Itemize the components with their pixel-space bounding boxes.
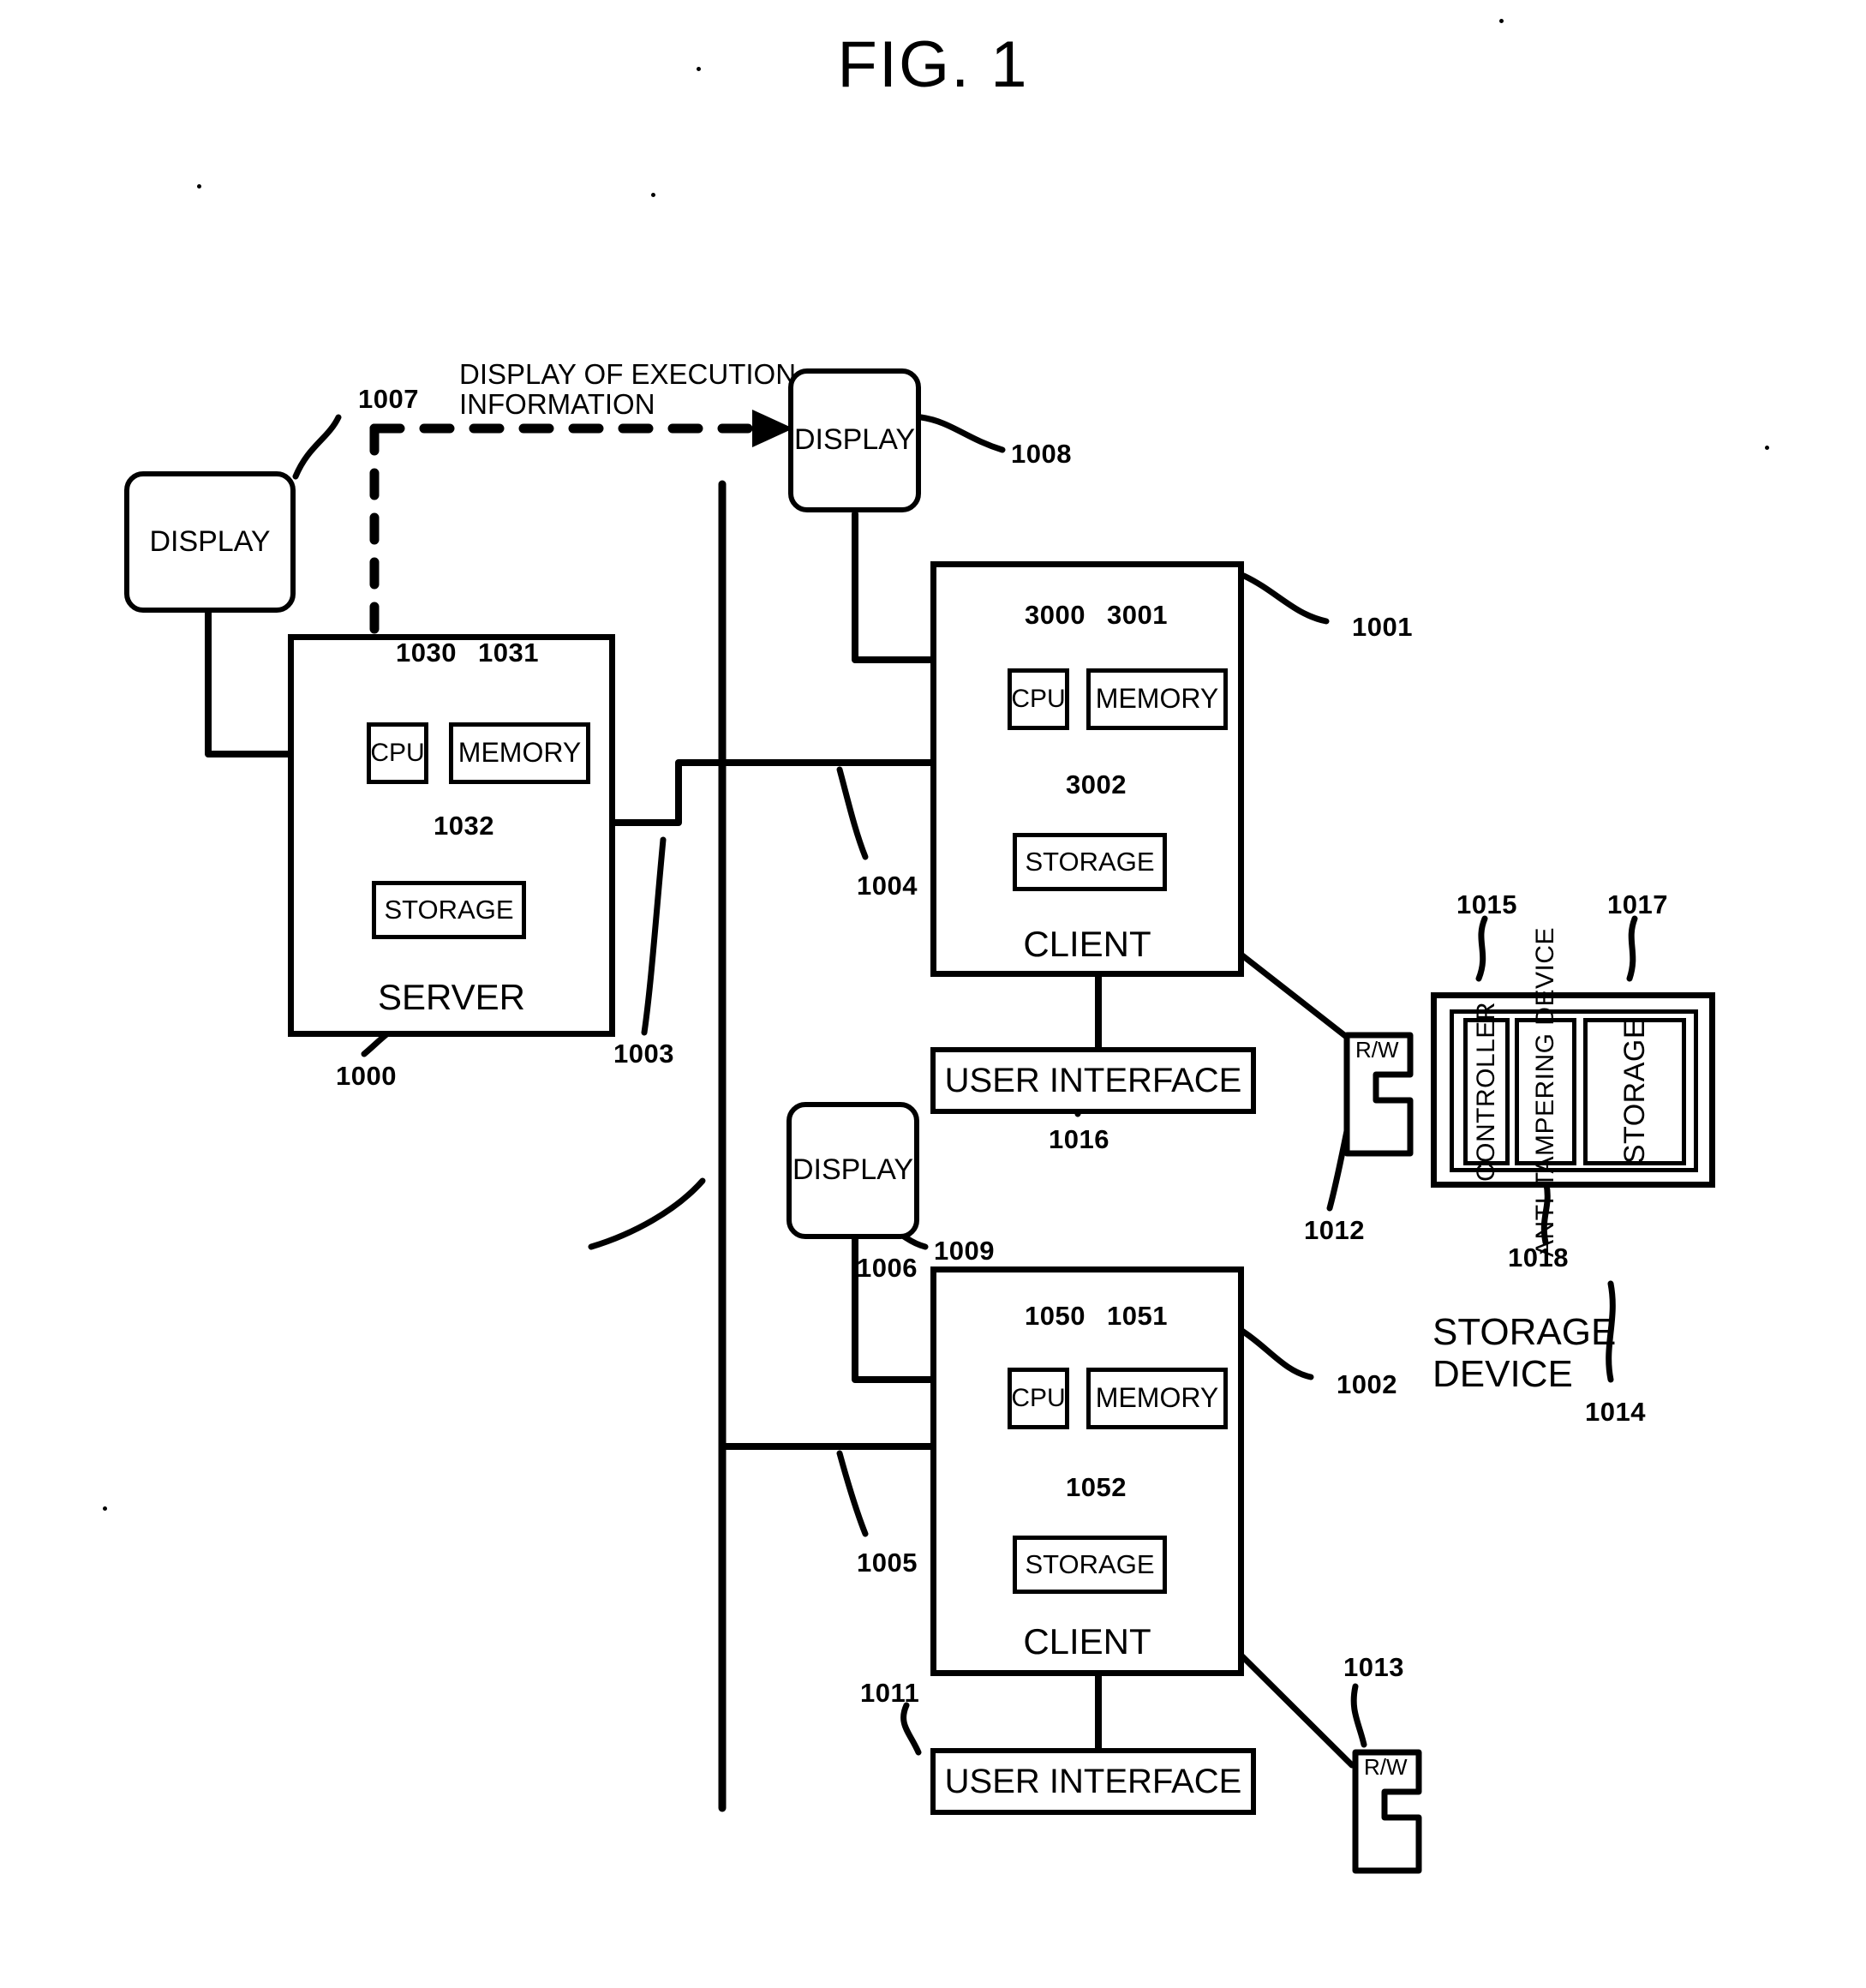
ref-1050: 1050 [1025, 1301, 1086, 1331]
ref-1016: 1016 [1049, 1124, 1109, 1154]
print-speck [103, 1506, 107, 1511]
print-speck [1765, 446, 1769, 450]
client-bottom-user-interface-box[interactable]: USER INTERFACE [930, 1748, 1256, 1815]
client-bottom-memory-box[interactable]: MEMORY [1086, 1368, 1228, 1429]
client-top-memory-label: MEMORY [1095, 683, 1219, 715]
ref-1009: 1009 [934, 1236, 995, 1266]
ref-1005: 1005 [857, 1548, 918, 1578]
client-top-memory-box[interactable]: MEMORY [1086, 668, 1228, 730]
ref-1003: 1003 [613, 1039, 674, 1069]
server-cpu-box[interactable]: CPU [367, 722, 428, 784]
ref-1013: 1013 [1343, 1652, 1404, 1682]
client-bottom-display-label: DISPLAY [792, 1153, 914, 1187]
server-display-box[interactable]: DISPLAY [124, 471, 296, 613]
client-top-cpu-label: CPU [1011, 685, 1066, 714]
ref-1004: 1004 [857, 871, 918, 901]
ref-1051: 1051 [1107, 1301, 1168, 1331]
storage-device-caption: STORAGE DEVICE [1432, 1311, 1617, 1396]
print-speck [651, 193, 655, 197]
client-top-cpu-box[interactable]: CPU [1008, 668, 1069, 730]
ref-1011: 1011 [860, 1678, 920, 1708]
storage-device-controller-cell[interactable]: CONTROLLER [1463, 1002, 1510, 1182]
server-storage-box[interactable]: STORAGE [372, 881, 526, 939]
client-top-storage-label: STORAGE [1025, 846, 1155, 877]
ref-1030: 1030 [396, 638, 457, 668]
ref-1014: 1014 [1585, 1397, 1646, 1427]
client-top-user-interface-label: USER INTERFACE [944, 1062, 1242, 1099]
storage-device-storage-label: STORAGE [1618, 1019, 1651, 1165]
ref-1012: 1012 [1304, 1215, 1365, 1245]
storage-device-anti-tampering-label: ANTI-TAMPERING DEVICE [1531, 926, 1559, 1257]
storage-device-controller-label: CONTROLLER [1472, 1001, 1500, 1183]
figure-title: FIG. 1 [837, 28, 1029, 101]
storage-device-storage-cell[interactable]: STORAGE [1583, 1018, 1686, 1165]
client-bottom-cpu-box[interactable]: CPU [1008, 1368, 1069, 1429]
server-memory-box[interactable]: MEMORY [449, 722, 590, 784]
client-bottom-caption: CLIENT [1023, 1621, 1151, 1662]
client-top-caption: CLIENT [1023, 924, 1151, 964]
server-memory-label: MEMORY [458, 737, 582, 769]
client-bottom-unit[interactable] [930, 1266, 1244, 1676]
server-display-label: DISPLAY [149, 524, 271, 558]
server-cpu-label: CPU [370, 739, 425, 768]
client-top-rw-device[interactable]: R/W [1343, 1027, 1414, 1157]
ref-1006: 1006 [857, 1253, 918, 1283]
client-bottom-cpu-label: CPU [1011, 1384, 1066, 1413]
client-bottom-storage-box[interactable]: STORAGE [1013, 1536, 1167, 1594]
server-storage-label: STORAGE [384, 894, 514, 925]
client-top-display-label: DISPLAY [793, 423, 916, 457]
client-bottom-storage-label: STORAGE [1025, 1548, 1155, 1579]
client-top-storage-box[interactable]: STORAGE [1013, 833, 1167, 891]
client-bottom-memory-label: MEMORY [1095, 1382, 1219, 1414]
print-speck [197, 184, 201, 189]
ref-3002: 3002 [1066, 769, 1127, 799]
execution-information-annotation: DISPLAY OF EXECUTION INFORMATION [459, 358, 797, 420]
server-caption: SERVER [378, 977, 525, 1017]
client-bottom-user-interface-label: USER INTERFACE [944, 1763, 1242, 1800]
ref-1008: 1008 [1011, 439, 1072, 469]
client-top-user-interface-box[interactable]: USER INTERFACE [930, 1047, 1256, 1114]
ref-1015: 1015 [1456, 889, 1517, 919]
ref-3000: 3000 [1025, 600, 1086, 630]
ref-1018: 1018 [1508, 1242, 1569, 1272]
client-bottom-rw-label: R/W [1364, 1754, 1408, 1780]
ref-1032: 1032 [434, 811, 494, 841]
client-top-rw-label: R/W [1355, 1037, 1399, 1063]
client-bottom-display-box[interactable]: DISPLAY [786, 1102, 919, 1239]
client-top-display-box[interactable]: DISPLAY [788, 368, 921, 512]
ref-1017: 1017 [1607, 889, 1668, 919]
storage-device-anti-tampering-cell[interactable]: ANTI-TAMPERING DEVICE [1515, 927, 1576, 1257]
ref-1031: 1031 [478, 638, 539, 668]
ref-1000: 1000 [336, 1061, 397, 1091]
ref-1007: 1007 [358, 384, 419, 414]
ref-3001: 3001 [1107, 600, 1168, 630]
ref-1001: 1001 [1352, 612, 1413, 642]
client-bottom-rw-device[interactable]: R/W [1352, 1744, 1422, 1874]
ref-1002: 1002 [1337, 1369, 1397, 1399]
ref-1052: 1052 [1066, 1472, 1127, 1502]
print-speck [697, 67, 701, 71]
figure-page: FIG. 1 DISPLAY OF EXECUTION INFORMATION … [0, 0, 1866, 1988]
print-speck [1499, 19, 1504, 23]
